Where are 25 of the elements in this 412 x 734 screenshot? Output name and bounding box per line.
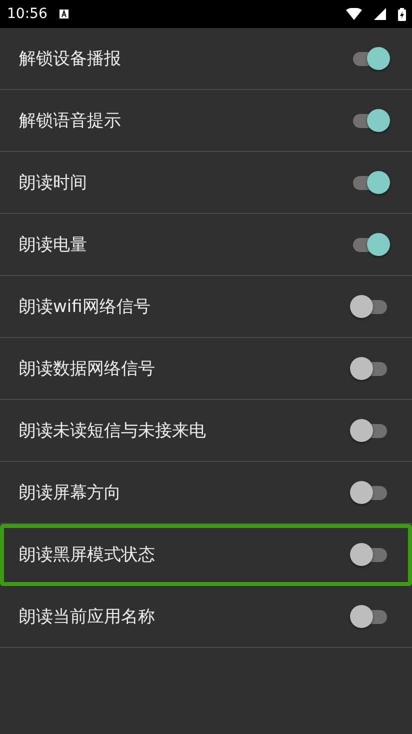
setting-label: 朗读数据网络信号 <box>19 358 156 380</box>
setting-label: 朗读时间 <box>19 172 88 194</box>
setting-label: 朗读屏幕方向 <box>19 482 122 504</box>
setting-label: 解锁设备播报 <box>19 48 122 70</box>
wifi-icon <box>346 8 362 20</box>
setting-row[interactable]: 朗读黑屏模式状态 <box>0 524 412 586</box>
setting-label: 朗读wifi网络信号 <box>19 296 152 318</box>
signal-icon <box>374 8 386 20</box>
setting-label: 朗读当前应用名称 <box>19 606 156 628</box>
setting-row[interactable]: 朗读时间 <box>0 152 412 214</box>
setting-row[interactable]: 解锁设备播报 <box>0 28 412 90</box>
setting-row[interactable]: 朗读屏幕方向 <box>0 462 412 524</box>
setting-label: 朗读电量 <box>19 234 88 256</box>
setting-label: 解锁语音提示 <box>19 110 122 132</box>
setting-row[interactable]: 朗读当前应用名称 <box>0 586 412 648</box>
setting-label: 朗读未读短信与未接来电 <box>19 420 207 442</box>
setting-label: 朗读黑屏模式状态 <box>19 544 156 566</box>
setting-row[interactable]: 朗读wifi网络信号 <box>0 276 412 338</box>
status-time: 10:56 <box>7 6 48 22</box>
setting-row[interactable]: 朗读未读短信与未接来电 <box>0 400 412 462</box>
battery-charging-icon <box>398 8 406 20</box>
keyboard-icon <box>59 9 70 19</box>
setting-row[interactable]: 解锁语音提示 <box>0 90 412 152</box>
setting-row[interactable]: 朗读电量 <box>0 214 412 276</box>
setting-row[interactable]: 朗读数据网络信号 <box>0 338 412 400</box>
